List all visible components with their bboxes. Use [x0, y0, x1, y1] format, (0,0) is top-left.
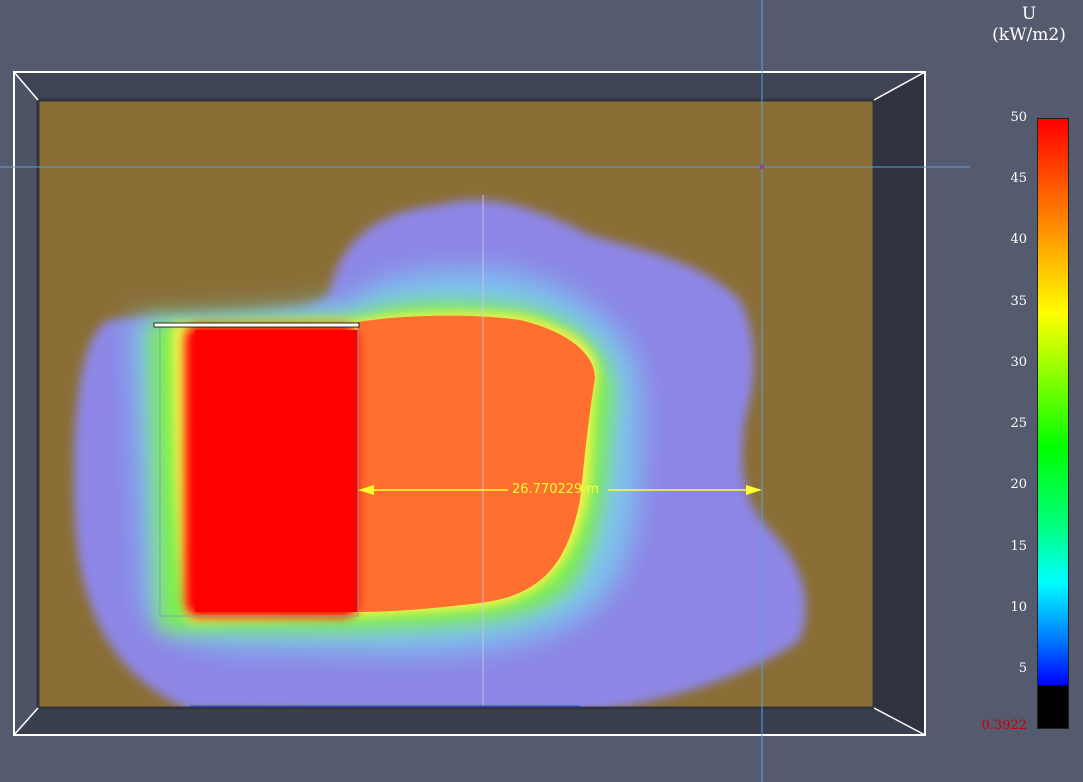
- box-bottom-wall: [14, 708, 925, 735]
- colorbar: [1037, 118, 1069, 729]
- legend-quantity: U: [1021, 4, 1037, 24]
- legend-min-value: 0.3922: [981, 718, 1028, 733]
- legend-tick: 30: [1010, 355, 1027, 370]
- legend-tick: 20: [1010, 477, 1027, 492]
- legend-unit: (kW/m2): [992, 25, 1066, 45]
- legend-tick: 10: [1010, 600, 1027, 615]
- legend-tick: 25: [1010, 416, 1027, 431]
- legend-tick: 5: [1018, 661, 1027, 676]
- box-right-wall: [874, 72, 925, 735]
- box-top-wall: [14, 72, 925, 100]
- scene-canvas[interactable]: [0, 0, 975, 782]
- legend-tick: 15: [1010, 539, 1027, 554]
- color-legend: U (kW/m2) 50 45 40 35 30 25 20 15 10 5 0…: [975, 0, 1083, 782]
- vent-bar[interactable]: [153, 322, 360, 328]
- legend-tick: 45: [1010, 171, 1027, 186]
- 3d-viewport[interactable]: 26.770229 m: [0, 0, 975, 782]
- legend-title: U (kW/m2): [975, 4, 1083, 46]
- legend-tick: 35: [1010, 294, 1027, 309]
- measurement-label: 26.770229 m: [512, 482, 600, 497]
- fire-core-solid: [195, 330, 358, 612]
- legend-tick: 40: [1010, 232, 1027, 247]
- legend-tick: 50: [1010, 110, 1027, 125]
- crosshair-point[interactable]: [759, 164, 765, 170]
